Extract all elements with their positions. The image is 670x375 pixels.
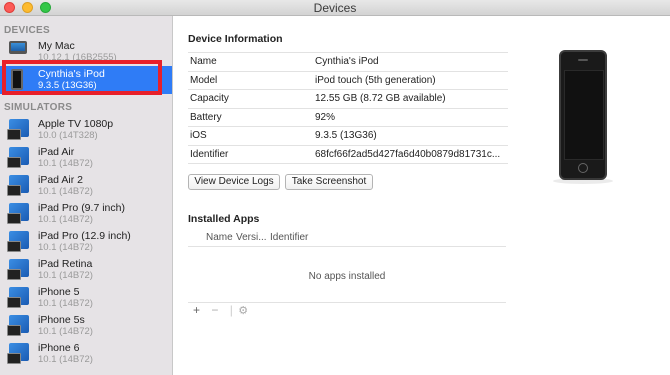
simulator-icon: [7, 203, 29, 224]
device-info-title: Device Information: [188, 33, 283, 45]
simulator-item[interactable]: iPad Air 10.1 (14B72): [0, 144, 172, 172]
simulator-item[interactable]: iPhone 6 10.1 (14B72): [0, 340, 172, 368]
simulator-version: 10.1 (14B72): [38, 214, 93, 225]
simulator-icon: [7, 175, 29, 196]
simulator-name: iPad Pro (12.9 inch): [38, 230, 131, 242]
simulator-name: iPad Air 2: [38, 174, 83, 186]
info-value: 92%: [313, 108, 508, 127]
info-key: Model: [188, 71, 313, 90]
info-value: 9.3.5 (13G36): [313, 126, 508, 146]
add-app-button[interactable]: +: [193, 303, 200, 317]
toolbar-separator: |: [229, 303, 233, 317]
simulator-version: 10.1 (14B72): [38, 326, 93, 337]
column-version[interactable]: Versi...: [236, 232, 267, 243]
table-row: Name Cynthia's iPod: [188, 52, 508, 72]
info-value: iPod touch (5th generation): [313, 71, 508, 90]
simulators-header: SIMULATORS: [4, 102, 73, 113]
info-key: Name: [188, 52, 313, 72]
apps-toolbar: + − | ⚙: [193, 303, 256, 317]
info-key: iOS: [188, 126, 313, 146]
simulator-version: 10.1 (14B72): [38, 354, 93, 365]
device-info-table: Name Cynthia's iPod Model iPod touch (5t…: [188, 52, 508, 164]
mac-icon: [9, 41, 27, 54]
simulator-icon: [7, 343, 29, 364]
table-row: Model iPod touch (5th generation): [188, 71, 508, 90]
table-row: iOS 9.3.5 (13G36): [188, 126, 508, 146]
window-title: Devices: [313, 1, 357, 15]
column-identifier[interactable]: Identifier: [270, 232, 308, 243]
simulator-version: 10.1 (14B72): [38, 158, 93, 169]
gear-icon[interactable]: ⚙: [238, 305, 248, 317]
simulator-version: 10.1 (14B72): [38, 270, 93, 281]
installed-apps-title: Installed Apps: [188, 213, 260, 225]
simulator-item[interactable]: iPad Pro (12.9 inch) 10.1 (14B72): [0, 228, 172, 256]
simulator-item[interactable]: iPad Pro (9.7 inch) 10.1 (14B72): [0, 200, 172, 228]
info-value: 68fcf66f2ad5d427fa6d40b0879d81731c...: [313, 145, 508, 164]
simulator-item[interactable]: Apple TV 1080p 10.0 (14T328): [0, 116, 172, 144]
info-key: Capacity: [188, 89, 313, 109]
ipod-device-image: [559, 50, 607, 180]
main-panel: Device Information Name Cynthia's iPod M…: [173, 16, 670, 375]
info-key: Battery: [188, 108, 313, 127]
remove-app-button[interactable]: −: [211, 303, 218, 317]
simulator-version: 10.1 (14B72): [38, 242, 93, 253]
info-value: Cynthia's iPod: [313, 52, 508, 72]
apps-table-header: Name Versi... Identifier: [188, 230, 506, 247]
simulator-name: iPhone 6: [38, 342, 80, 354]
simulator-item[interactable]: iPhone 5s 10.1 (14B72): [0, 312, 172, 340]
simulator-icon: [7, 259, 29, 280]
apps-empty-state: No apps installed: [188, 247, 506, 303]
simulator-icon: [7, 147, 29, 168]
simulator-version: 10.0 (14T328): [38, 130, 98, 141]
table-row: Identifier 68fcf66f2ad5d427fa6d40b0879d8…: [188, 145, 508, 164]
info-key: Identifier: [188, 145, 313, 164]
simulator-icon: [7, 315, 29, 336]
take-screenshot-button[interactable]: Take Screenshot: [285, 174, 373, 190]
simulator-name: Apple TV 1080p: [38, 118, 114, 130]
simulator-item[interactable]: iPad Retina 10.1 (14B72): [0, 256, 172, 284]
simulator-name: iPad Air: [38, 146, 75, 158]
title-bar: Devices: [0, 0, 670, 16]
simulator-name: iPhone 5s: [38, 314, 85, 326]
simulator-icon: [7, 119, 29, 140]
device-name: My Mac: [38, 40, 75, 52]
simulator-item[interactable]: iPad Air 2 10.1 (14B72): [0, 172, 172, 200]
annotation-highlight-box: [2, 60, 162, 95]
view-device-logs-button[interactable]: View Device Logs: [188, 174, 280, 190]
devices-header: DEVICES: [4, 25, 51, 36]
simulator-name: iPhone 5: [38, 286, 80, 298]
simulator-icon: [7, 231, 29, 252]
table-row: Battery 92%: [188, 108, 508, 127]
simulator-name: iPad Pro (9.7 inch): [38, 202, 125, 214]
simulator-icon: [7, 287, 29, 308]
simulator-name: iPad Retina: [38, 258, 93, 270]
simulator-version: 10.1 (14B72): [38, 186, 93, 197]
column-name[interactable]: Name: [206, 232, 233, 243]
simulator-item[interactable]: iPhone 5 10.1 (14B72): [0, 284, 172, 312]
table-row: Capacity 12.55 GB (8.72 GB available): [188, 89, 508, 109]
info-value: 12.55 GB (8.72 GB available): [313, 89, 508, 109]
simulator-version: 10.1 (14B72): [38, 298, 93, 309]
